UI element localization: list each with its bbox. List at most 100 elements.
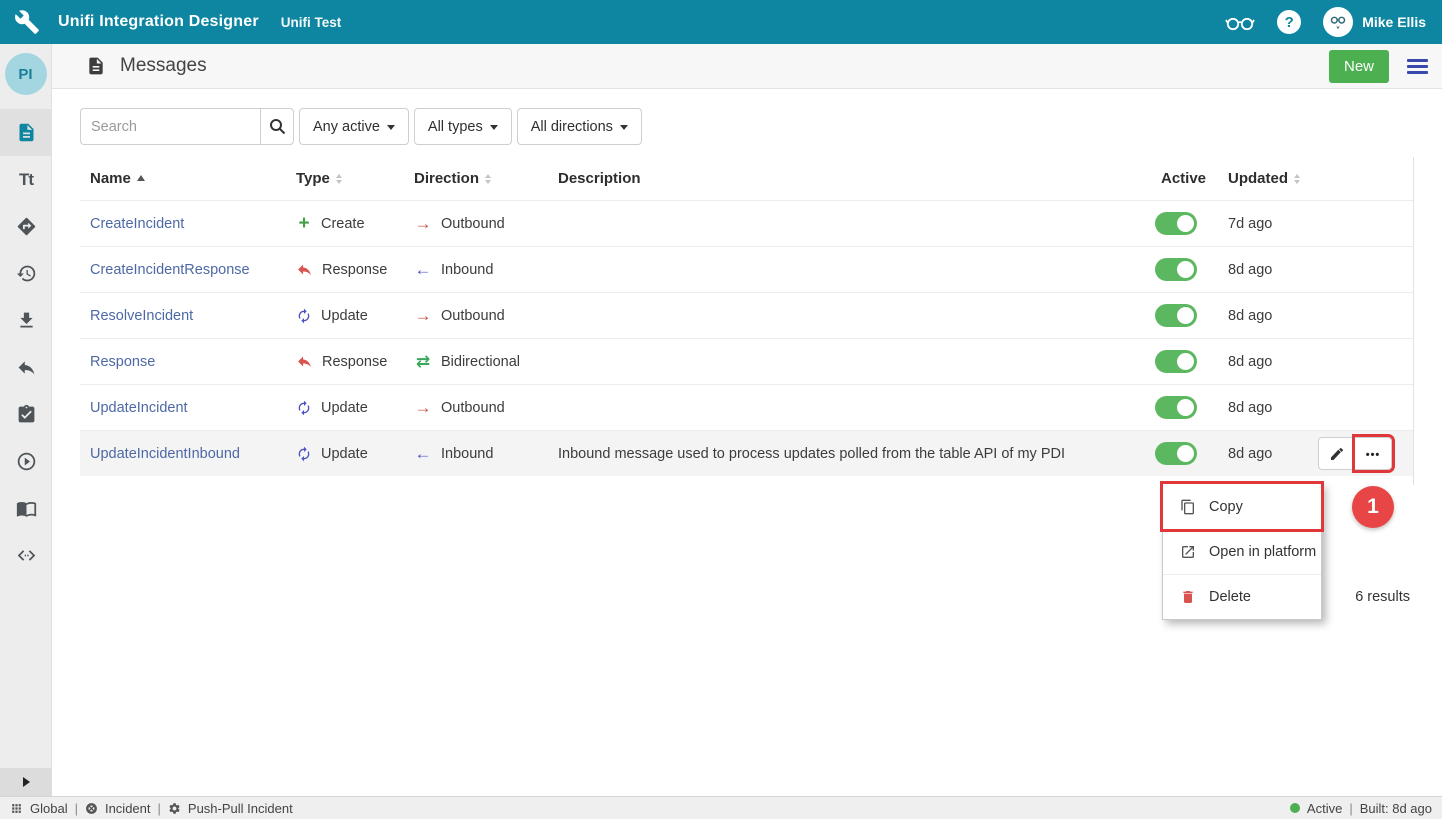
sidebar-item-download[interactable] (0, 297, 52, 344)
search-input[interactable] (80, 108, 260, 145)
menu-item-copy[interactable]: Copy (1163, 484, 1321, 529)
active-toggle[interactable] (1155, 350, 1197, 373)
column-header-updated[interactable]: Updated (1228, 170, 1318, 187)
app-title: Unifi Integration Designer (58, 13, 259, 31)
sidebar-item-history[interactable] (0, 250, 52, 297)
message-link[interactable]: UpdateIncident (90, 400, 188, 416)
column-header-name[interactable]: Name (80, 170, 296, 187)
column-header-description[interactable]: Description (558, 170, 1155, 187)
arrow-left-icon: ← (414, 444, 432, 464)
grid-icon (10, 802, 23, 815)
top-header-bar: Unifi Integration Designer Unifi Test Mi… (0, 0, 1442, 44)
sort-icon (485, 174, 491, 184)
message-link[interactable]: ResolveIncident (90, 308, 193, 324)
more-actions-button[interactable] (1355, 437, 1392, 470)
table-edge-divider (1413, 157, 1414, 485)
chevron-down-icon (490, 125, 498, 130)
integration-label[interactable]: Push-Pull Incident (188, 801, 293, 816)
row-actions (1318, 437, 1413, 470)
updated-cell: 8d ago (1228, 446, 1318, 462)
column-header-direction[interactable]: Direction (414, 170, 558, 187)
filter-active-dropdown[interactable]: Any active (299, 108, 409, 145)
external-link-icon (1180, 544, 1196, 560)
refresh-icon (296, 446, 312, 462)
sidebar-item-messages[interactable] (0, 109, 52, 156)
updated-cell: 8d ago (1228, 262, 1318, 278)
refresh-icon (296, 308, 312, 324)
updated-cell: 8d ago (1228, 400, 1318, 416)
active-toggle[interactable] (1155, 304, 1197, 327)
sidebar-item-integration[interactable] (0, 203, 52, 250)
active-toggle[interactable] (1155, 258, 1197, 281)
directions-icon (16, 216, 37, 237)
menu-item-open-in-platform[interactable]: Open in platform (1163, 529, 1321, 574)
scope-label[interactable]: Global (30, 801, 68, 816)
application-label[interactable]: Incident (105, 801, 151, 816)
edit-button[interactable] (1318, 437, 1355, 470)
messages-page-icon (86, 56, 106, 76)
page-header: Messages New (52, 44, 1442, 89)
pencil-icon (1329, 446, 1345, 462)
sidebar-item-documentation[interactable] (0, 485, 52, 532)
help-icon[interactable] (1277, 10, 1301, 34)
sidebar-item-tasks[interactable] (0, 391, 52, 438)
avatar[interactable] (1323, 7, 1353, 37)
environment-name[interactable]: Unifi Test (281, 15, 342, 30)
active-toggle[interactable] (1155, 212, 1197, 235)
updated-cell: 7d ago (1228, 216, 1318, 232)
sidebar-item-code[interactable] (0, 532, 52, 579)
search-icon (269, 118, 286, 135)
sidebar-item-run[interactable] (0, 438, 52, 485)
active-status-icon (1290, 803, 1300, 813)
sort-asc-icon (137, 175, 145, 181)
message-link[interactable]: CreateIncident (90, 216, 184, 232)
application-icon (85, 802, 98, 815)
active-toggle[interactable] (1155, 442, 1197, 465)
sidebar-item-responses[interactable] (0, 344, 52, 391)
sort-icon (1294, 174, 1300, 184)
menu-icon[interactable] (1407, 59, 1428, 74)
arrow-right-icon: → (414, 306, 432, 326)
left-sidebar: PI (0, 44, 52, 796)
column-header-type[interactable]: Type (296, 170, 414, 187)
book-icon (16, 498, 37, 519)
message-link[interactable]: CreateIncidentResponse (90, 262, 250, 278)
arrows-both-icon: ⇄ (414, 352, 432, 372)
built-label: Built: 8d ago (1360, 801, 1432, 816)
list-toolbar: Any active All types All directions (80, 108, 642, 145)
row-context-menu: Copy Open in platform Delete (1162, 483, 1322, 620)
message-link[interactable]: UpdateIncidentInbound (90, 446, 240, 462)
message-link[interactable]: Response (90, 354, 155, 370)
workspace-avatar[interactable]: PI (5, 53, 47, 95)
glasses-icon[interactable] (1225, 12, 1255, 32)
reply-icon (16, 357, 37, 378)
sidebar-collapse-button[interactable] (0, 768, 52, 796)
arrow-right-icon: → (414, 398, 432, 418)
search-button[interactable] (260, 108, 294, 145)
document-icon (16, 122, 37, 143)
active-status-label: Active (1307, 801, 1342, 816)
menu-item-delete[interactable]: Delete (1163, 574, 1321, 619)
table-row: CreateIncidentResponse Response ←Inbound… (80, 246, 1413, 292)
active-toggle[interactable] (1155, 396, 1197, 419)
copy-icon (1180, 499, 1196, 515)
ellipsis-icon (1366, 446, 1381, 461)
table-row: ResolveIncident Update →Outbound 8d ago (80, 292, 1413, 338)
column-header-active[interactable]: Active (1155, 170, 1228, 187)
filter-directions-dropdown[interactable]: All directions (517, 108, 642, 145)
messages-table: Name Type Direction Description Active U… (80, 157, 1413, 476)
plus-icon: + (296, 216, 312, 232)
results-count: 6 results (1318, 589, 1410, 605)
sidebar-item-fields[interactable] (0, 156, 52, 203)
trash-icon (1180, 589, 1196, 605)
new-button[interactable]: New (1329, 50, 1389, 83)
arrow-right-icon: → (414, 214, 432, 234)
user-menu[interactable]: Mike Ellis (1323, 7, 1426, 37)
sort-icon (336, 174, 342, 184)
description-cell: Inbound message used to process updates … (558, 446, 1155, 462)
table-row-selected: UpdateIncidentInbound Update ←Inbound In… (80, 430, 1413, 476)
gear-icon (168, 802, 181, 815)
filter-types-dropdown[interactable]: All types (414, 108, 512, 145)
history-icon (16, 263, 37, 284)
wrench-icon (14, 9, 40, 35)
